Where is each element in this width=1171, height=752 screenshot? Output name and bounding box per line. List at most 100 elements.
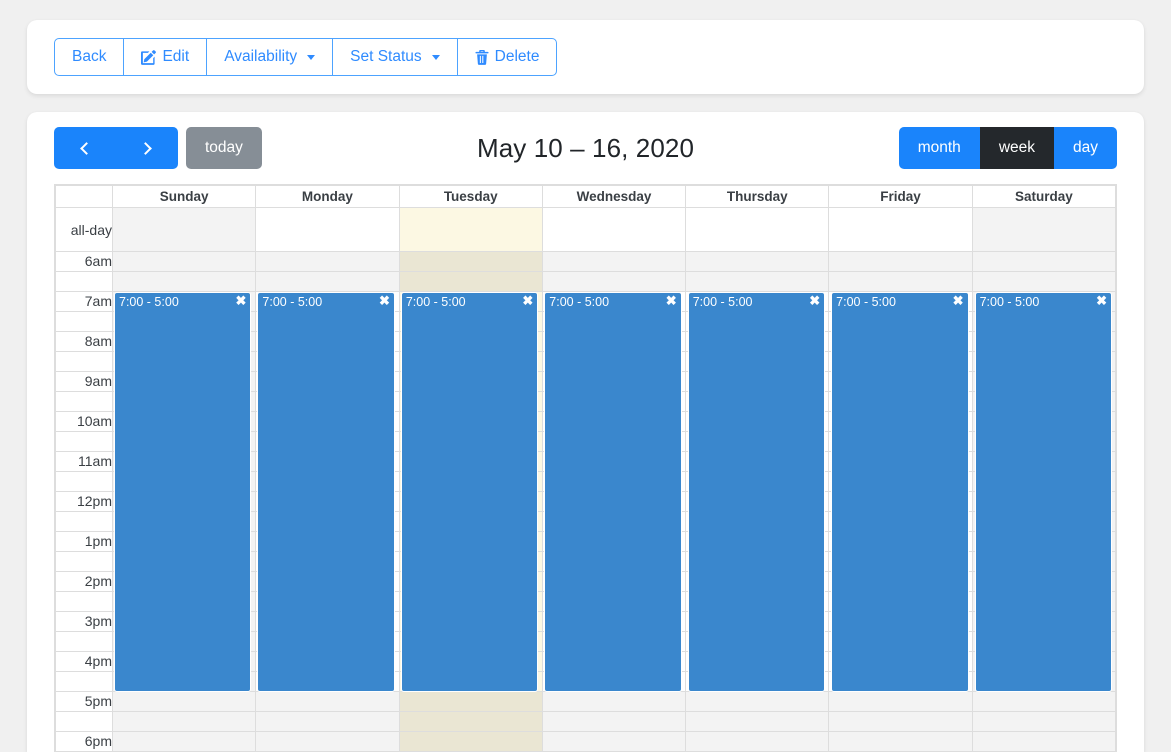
day-header-wednesday[interactable]: Wednesday: [541, 185, 687, 208]
action-toolbar-card: Back Edit Availability Set Status Delete: [27, 20, 1144, 94]
time-slot-thursday[interactable]: [685, 271, 830, 292]
all-day-cell-sunday[interactable]: [111, 207, 257, 252]
time-slot-sunday[interactable]: [111, 711, 257, 732]
time-slot-friday[interactable]: [828, 251, 973, 272]
time-slot-friday[interactable]: [828, 271, 973, 292]
time-slot-saturday[interactable]: [971, 271, 1117, 292]
today-button[interactable]: today: [186, 127, 262, 169]
time-slot-tuesday[interactable]: [398, 251, 543, 272]
time-slot-sunday[interactable]: [111, 731, 257, 752]
view-button-day[interactable]: day: [1054, 127, 1117, 169]
day-header-sunday[interactable]: Sunday: [111, 185, 257, 208]
event-time-label: 7:00 - 5:00: [119, 295, 179, 309]
event-close-icon[interactable]: ✖: [1096, 294, 1107, 307]
all-day-cell-tuesday[interactable]: [398, 207, 543, 252]
chevron-right-icon: [139, 141, 152, 155]
view-button-month[interactable]: month: [898, 127, 980, 169]
time-slot-friday[interactable]: [828, 691, 973, 712]
time-slot-thursday[interactable]: [685, 711, 830, 732]
time-axis-label: 5pm: [55, 691, 113, 712]
time-axis-half: [55, 511, 113, 532]
time-axis-half: [55, 671, 113, 692]
time-axis-label: 4pm: [55, 651, 113, 672]
time-slot-tuesday[interactable]: [398, 711, 543, 732]
event-time-label: 7:00 - 5:00: [262, 295, 323, 309]
next-period-button[interactable]: [116, 127, 178, 169]
view-button-week[interactable]: week: [979, 127, 1054, 169]
day-header-thursday[interactable]: Thursday: [685, 185, 830, 208]
time-axis-half: [55, 391, 113, 412]
time-slot-thursday[interactable]: [685, 691, 830, 712]
time-slot-sunday[interactable]: [111, 271, 257, 292]
time-slot-monday[interactable]: [255, 731, 400, 752]
time-slot-tuesday[interactable]: [398, 691, 543, 712]
event-time-label: 7:00 - 5:00: [405, 295, 466, 309]
app-page: Back Edit Availability Set Status Delete tod…: [0, 0, 1171, 752]
day-header-saturday[interactable]: Saturday: [971, 185, 1117, 208]
day-header-row: Sunday Monday Tuesday Wednesday Thursday Frid…: [55, 185, 1117, 208]
time-slot-thursday[interactable]: [685, 731, 830, 752]
calendar-event[interactable]: 7:00 - 5:00 ✖: [257, 292, 395, 692]
event-close-icon[interactable]: ✖: [953, 294, 964, 307]
time-axis-label: 11am: [55, 451, 113, 472]
time-axis-label: 7am: [55, 291, 113, 312]
time-axis-half: [55, 431, 113, 452]
time-slot-saturday[interactable]: [971, 711, 1117, 732]
event-close-icon[interactable]: ✖: [809, 294, 820, 307]
all-day-cell-monday[interactable]: [255, 207, 400, 252]
time-slot-friday[interactable]: [828, 711, 973, 732]
time-slot-wednesday[interactable]: [541, 271, 687, 292]
calendar-event[interactable]: 7:00 - 5:00 ✖: [114, 292, 252, 692]
time-slot-thursday[interactable]: [685, 251, 830, 272]
all-day-cell-friday[interactable]: [828, 207, 973, 252]
calendar-event[interactable]: 7:00 - 5:00 ✖: [974, 292, 1112, 692]
all-day-cell-thursday[interactable]: [685, 207, 830, 252]
time-slot-monday[interactable]: [255, 251, 400, 272]
prev-period-button[interactable]: [54, 127, 116, 169]
calendar-event[interactable]: 7:00 - 5:00 ✖: [831, 292, 969, 692]
all-day-cell-saturday[interactable]: [971, 207, 1117, 252]
time-slot-tuesday[interactable]: [398, 731, 543, 752]
calendar-event[interactable]: 7:00 - 5:00 ✖: [544, 292, 682, 692]
calendar-event[interactable]: 7:00 - 5:00 ✖: [687, 292, 826, 692]
edit-button[interactable]: Edit: [123, 38, 208, 76]
time-slot-wednesday[interactable]: [541, 251, 687, 272]
time-slot-monday[interactable]: [255, 711, 400, 732]
day-header-friday[interactable]: Friday: [828, 185, 973, 208]
time-slot-monday[interactable]: [255, 271, 400, 292]
delete-button[interactable]: Delete: [456, 38, 558, 76]
all-day-cell-wednesday[interactable]: [541, 207, 687, 252]
axis-header-cell: [55, 185, 113, 208]
event-time-label: 7:00 - 5:00: [549, 295, 610, 309]
event-time-label: 7:00 - 5:00: [836, 295, 896, 309]
time-slot-friday[interactable]: [828, 731, 973, 752]
calendar-event[interactable]: 7:00 - 5:00 ✖: [400, 292, 539, 692]
all-day-label: all-day: [55, 207, 113, 252]
time-slot-wednesday[interactable]: [541, 731, 687, 752]
time-slot-saturday[interactable]: [971, 251, 1117, 272]
event-close-icon[interactable]: ✖: [379, 294, 390, 307]
event-close-icon[interactable]: ✖: [522, 294, 533, 307]
day-header-monday[interactable]: Monday: [255, 185, 400, 208]
time-slot-wednesday[interactable]: [541, 691, 687, 712]
time-slot-saturday[interactable]: [971, 691, 1117, 712]
time-slot-wednesday[interactable]: [541, 711, 687, 732]
time-axis-half: [55, 311, 113, 332]
button-label: Set Status: [350, 48, 422, 65]
set-status-button[interactable]: Set Status: [332, 38, 458, 76]
time-axis-label: 3pm: [55, 611, 113, 632]
button-label: Edit: [162, 48, 190, 65]
event-close-icon[interactable]: ✖: [666, 294, 677, 307]
button-label: Availability: [224, 48, 298, 65]
time-slot-monday[interactable]: [255, 691, 400, 712]
availability-button[interactable]: Availability: [206, 38, 334, 76]
time-slot-sunday[interactable]: [111, 251, 257, 272]
time-slot-tuesday[interactable]: [398, 271, 543, 292]
day-header-tuesday[interactable]: Tuesday: [398, 185, 543, 208]
chevron-down-icon: [307, 54, 316, 60]
event-close-icon[interactable]: ✖: [236, 294, 247, 307]
time-slot-sunday[interactable]: [111, 691, 257, 712]
back-button[interactable]: Back: [54, 38, 125, 76]
time-slot-saturday[interactable]: [971, 731, 1117, 752]
time-axis-half: [55, 711, 113, 732]
